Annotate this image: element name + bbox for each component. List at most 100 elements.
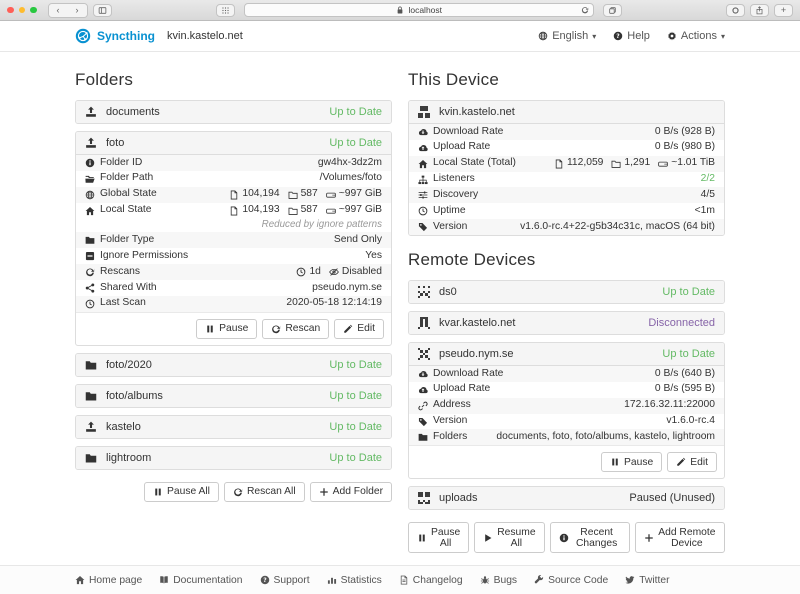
button-label: Rescan bbox=[285, 323, 320, 334]
detail-row: Folder IDgw4hx-3dz2m bbox=[76, 155, 391, 171]
detail-label-text: Folders bbox=[433, 431, 467, 444]
value-segment: 587 bbox=[288, 204, 318, 217]
detail-label: Shared With bbox=[85, 282, 157, 295]
caret-down-icon: ▾ bbox=[721, 32, 725, 41]
sitemap-icon bbox=[418, 175, 428, 185]
pseudo.nym.se-edit-button[interactable]: Edit bbox=[667, 452, 717, 472]
svg-text:?: ? bbox=[263, 577, 267, 584]
folder-row-header[interactable]: lightroomUp to Date bbox=[76, 447, 391, 469]
folder-row-header[interactable]: kasteloUp to Date bbox=[76, 416, 391, 438]
forward-button[interactable]: › bbox=[68, 4, 87, 17]
footer-link-changelog[interactable]: Changelog bbox=[399, 575, 463, 586]
detail-value: 0 B/s (980 B) bbox=[655, 141, 715, 154]
eye-slash-icon bbox=[329, 267, 339, 277]
value-segment: Disabled bbox=[329, 266, 382, 279]
foto-edit-button[interactable]: Edit bbox=[334, 319, 384, 339]
detail-label-text: Upload Rate bbox=[433, 383, 490, 396]
folder-row-header[interactable]: documentsUp to Date bbox=[76, 101, 391, 123]
upload-icon bbox=[85, 421, 97, 433]
extension-icon[interactable] bbox=[726, 4, 745, 17]
link-icon bbox=[418, 401, 428, 411]
device-row-header[interactable]: pseudo.nym.seUp to Date bbox=[409, 343, 724, 365]
foto-pause-button[interactable]: Pause bbox=[196, 319, 257, 339]
folder-panel-documents: documentsUp to Date bbox=[75, 100, 392, 124]
status-badge: Disconnected bbox=[648, 317, 715, 329]
info-circle-icon bbox=[85, 158, 95, 168]
new-tab-button[interactable]: + bbox=[774, 4, 793, 17]
detail-label: Ignore Permissions bbox=[85, 250, 188, 263]
help-link[interactable]: ? Help bbox=[613, 30, 650, 42]
edit-icon bbox=[676, 457, 686, 467]
devices-resume-all-button[interactable]: Resume All bbox=[474, 522, 544, 553]
footer-link-bugs[interactable]: Bugs bbox=[480, 575, 517, 586]
footer-link-support[interactable]: ?Support bbox=[260, 575, 310, 586]
minimize-window-button[interactable] bbox=[19, 7, 26, 14]
detail-label-text: Listeners bbox=[433, 173, 475, 186]
devices-pause-all-button[interactable]: Pause All bbox=[408, 522, 469, 553]
devices-add-remote-device-button[interactable]: Add Remote Device bbox=[635, 522, 725, 553]
footer-link-statistics[interactable]: Statistics bbox=[327, 575, 382, 586]
this-device-row-header[interactable]: kvin.kastelo.net bbox=[409, 101, 724, 123]
favorites-grid-button[interactable] bbox=[216, 4, 235, 17]
footer-link-home-page[interactable]: Home page bbox=[75, 575, 142, 586]
detail-table: Folder IDgw4hx-3dz2mFolder Path/Volumes/… bbox=[76, 154, 391, 312]
button-label: Edit bbox=[690, 457, 708, 468]
detail-row: Rescans1dDisabled bbox=[76, 264, 391, 280]
folders-rescan-all-button[interactable]: Rescan All bbox=[224, 482, 305, 502]
folder-panel-foto-2020: foto/2020Up to Date bbox=[75, 353, 392, 377]
main-content: Folders documentsUp to Date fotoUp to Dat… bbox=[0, 52, 800, 565]
folder-row-header[interactable]: fotoUp to Date bbox=[76, 132, 391, 154]
syncthing-brand[interactable]: Syncthing bbox=[75, 28, 155, 44]
folders-pause-all-button[interactable]: Pause All bbox=[144, 482, 219, 502]
back-button[interactable]: ‹ bbox=[49, 4, 68, 17]
segment-text: 587 bbox=[301, 204, 318, 217]
actions-dropdown[interactable]: Actions▾ bbox=[667, 30, 725, 42]
folder-row-header[interactable]: foto/albumsUp to Date bbox=[76, 385, 391, 407]
devices-recent-changes-button[interactable]: Recent Changes bbox=[550, 522, 630, 553]
value-segment: ~997 GiB bbox=[326, 204, 382, 217]
folders-add-folder-button[interactable]: Add Folder bbox=[310, 482, 392, 502]
folder-panel-lightroom: lightroomUp to Date bbox=[75, 446, 392, 470]
sidebar-toggle-button[interactable] bbox=[93, 4, 112, 17]
detail-label: Global State bbox=[85, 188, 157, 201]
address-bar[interactable]: localhost bbox=[244, 3, 594, 17]
detail-label-text: Last Scan bbox=[100, 297, 146, 310]
device-identicon bbox=[418, 317, 430, 329]
clock-icon bbox=[296, 267, 306, 277]
question-circle-icon: ? bbox=[613, 31, 623, 41]
language-dropdown[interactable]: English▾ bbox=[538, 30, 596, 42]
gear-icon bbox=[667, 31, 677, 41]
foto-rescan-button[interactable]: Rescan bbox=[262, 319, 329, 339]
device-identicon bbox=[418, 106, 430, 118]
device-name: ds0 bbox=[439, 286, 457, 298]
footer-link-source-code[interactable]: Source Code bbox=[534, 575, 608, 586]
detail-label-text: Version bbox=[433, 415, 467, 428]
device-row-header[interactable]: ds0Up to Date bbox=[409, 281, 724, 303]
tab-overview-button[interactable] bbox=[603, 4, 622, 17]
device-row-header[interactable]: kvar.kastelo.netDisconnected bbox=[409, 312, 724, 334]
share-button[interactable] bbox=[750, 4, 769, 17]
value-segment: 1,291 bbox=[611, 157, 650, 170]
panel-actions: Pause Edit bbox=[409, 445, 724, 478]
close-window-button[interactable] bbox=[7, 7, 14, 14]
clock-icon bbox=[418, 206, 428, 216]
file-icon bbox=[229, 190, 239, 200]
refresh-icon bbox=[271, 324, 281, 334]
wrench-icon bbox=[534, 575, 544, 585]
pseudo.nym.se-pause-button[interactable]: Pause bbox=[601, 452, 662, 472]
detail-label: Discovery bbox=[418, 189, 478, 202]
detail-value: <1m bbox=[695, 205, 715, 218]
segment-text: 1,291 bbox=[624, 157, 650, 170]
device-row-header[interactable]: uploadsPaused (Unused) bbox=[409, 487, 724, 509]
detail-label-text: Download Rate bbox=[433, 126, 503, 139]
segment-text: ~997 GiB bbox=[339, 188, 382, 201]
footer-link-twitter[interactable]: Twitter bbox=[625, 575, 669, 586]
detail-label: Local State (Total) bbox=[418, 157, 516, 170]
footer-link-label: Bugs bbox=[494, 575, 517, 586]
folder-row-header[interactable]: foto/2020Up to Date bbox=[76, 354, 391, 376]
button-label: Resume All bbox=[497, 527, 535, 549]
footer-link-documentation[interactable]: Documentation bbox=[159, 575, 242, 586]
detail-value: 2020-05-18 12:14:19 bbox=[286, 297, 382, 310]
zoom-window-button[interactable] bbox=[30, 7, 37, 14]
reload-icon[interactable] bbox=[581, 6, 589, 16]
